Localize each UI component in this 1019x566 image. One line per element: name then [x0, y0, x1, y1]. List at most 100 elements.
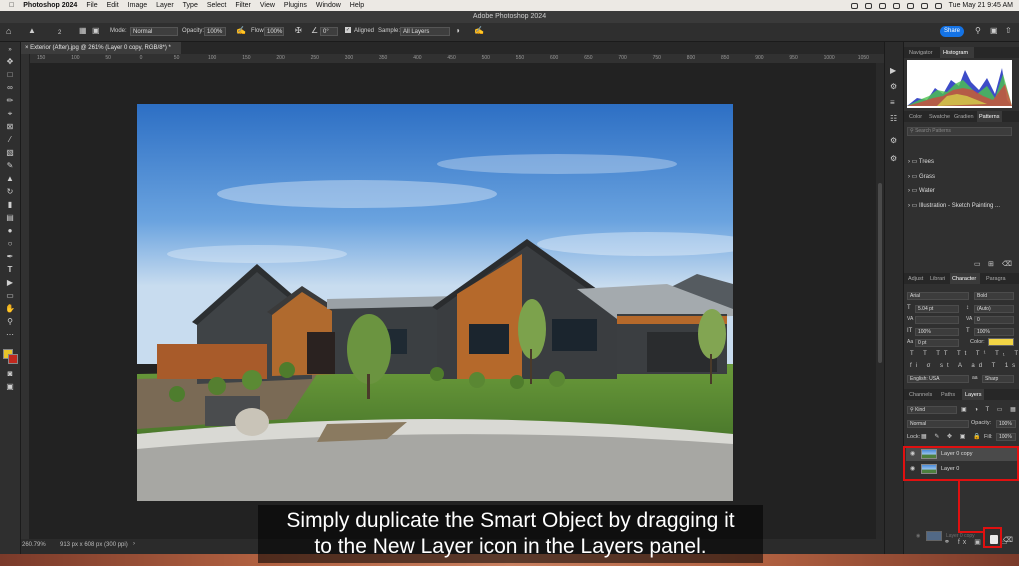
flow-field[interactable]: 100% — [264, 27, 284, 36]
blend-mode-select[interactable]: Normal — [907, 420, 969, 428]
kerning-field[interactable] — [915, 316, 959, 324]
text-color-swatch[interactable] — [988, 338, 1014, 346]
document-tab[interactable]: × Exterior (After).jpg @ 261% (Layer 0 c… — [21, 42, 181, 54]
tab-paragraph[interactable]: Paragra — [986, 276, 1006, 282]
airbrush-icon[interactable]: ✠ — [295, 26, 302, 35]
font-family-select[interactable]: Arial — [907, 292, 969, 300]
clock[interactable]: Tue May 21 9:45 AM — [949, 2, 1013, 9]
vertical-scrollbar[interactable] — [876, 63, 884, 539]
tab-layers[interactable]: Layers — [965, 392, 982, 398]
tab-channels[interactable]: Channels — [909, 392, 932, 398]
layer-opacity-field[interactable]: 100% — [996, 420, 1016, 428]
status-icon-2[interactable] — [864, 2, 872, 9]
language-select[interactable]: English: USA — [907, 375, 969, 383]
play-action-icon[interactable]: ▶ — [890, 66, 896, 75]
tab-paths[interactable]: Paths — [941, 392, 955, 398]
quick-select-tool-icon[interactable]: ✏ — [5, 97, 15, 105]
shape-tool-icon[interactable]: ▭ — [5, 292, 15, 300]
brush-settings-panel-icon[interactable]: ⚙ — [890, 136, 897, 145]
document-info[interactable]: 913 px x 608 px (300 ppi) — [60, 542, 128, 548]
menu-type[interactable]: Type — [183, 2, 198, 9]
opentype-buttons[interactable]: fi σ st A ad T 1st ½ — [910, 363, 1019, 369]
layer-filter-icons[interactable]: ▣ ◑ T ▭ ▦ — [961, 406, 1019, 413]
search-icon[interactable] — [920, 2, 928, 9]
eraser-tool-icon[interactable]: ▮ — [5, 201, 15, 209]
layer-style-icon[interactable]: fx — [958, 539, 969, 546]
tab-histogram[interactable]: Histogram — [943, 50, 968, 56]
zoom-tool-icon[interactable]: ⚲ — [5, 318, 15, 326]
eyedropper-tool-icon[interactable]: ⁄ — [5, 136, 15, 144]
zoom-level[interactable]: 260.79% — [22, 542, 46, 548]
pattern-group-illustration[interactable]: › ▭ Illustration - Sketch Painting ... — [908, 202, 1000, 209]
tab-swatches[interactable]: Swatche — [929, 114, 950, 120]
search-icon-options[interactable]: ⚲ — [975, 26, 981, 35]
tab-navigator[interactable]: Navigator — [909, 50, 933, 56]
adjustments-icon[interactable]: ≡ — [890, 98, 895, 107]
menu-help[interactable]: Help — [350, 2, 364, 9]
hand-tool-icon[interactable]: ✋ — [5, 305, 15, 313]
properties-icon[interactable]: ⚙ — [890, 82, 897, 91]
lasso-tool-icon[interactable]: ∞ — [5, 84, 15, 92]
type-tool-icon[interactable]: T — [5, 266, 15, 274]
tab-gradients[interactable]: Gradien — [954, 114, 974, 120]
history-brush-icon[interactable]: ↻ — [5, 188, 15, 196]
fill-field[interactable]: 100% — [996, 433, 1016, 441]
gradient-tool-icon[interactable]: ▤ — [5, 214, 15, 222]
antialias-select[interactable]: Sharp — [982, 375, 1014, 383]
brush-size-value[interactable]: 2 — [58, 30, 61, 36]
menu-edit[interactable]: Edit — [107, 2, 119, 9]
mode-select[interactable]: Normal — [130, 27, 178, 36]
lock-icons[interactable]: ▦ ✎ ✥ ▣ 🔒 — [921, 433, 984, 440]
dodge-tool-icon[interactable]: ○ — [5, 240, 15, 248]
new-pattern-icon[interactable]: ⊞ — [988, 260, 994, 268]
menu-file[interactable]: File — [86, 2, 97, 9]
pen-tool-icon[interactable]: ✒ — [5, 253, 15, 261]
healing-tool-icon[interactable]: ▧ — [5, 149, 15, 157]
pressure-size-icon[interactable]: ✍ — [474, 26, 484, 35]
pressure-opacity-icon[interactable]: ✍ — [236, 26, 246, 35]
background-color-swatch[interactable] — [8, 354, 18, 364]
status-icon-1[interactable] — [850, 2, 858, 9]
clone-stamp-icon[interactable]: ▲ — [5, 175, 15, 183]
menu-photoshop[interactable]: Photoshop 2024 — [23, 2, 77, 9]
font-style-select[interactable]: Bold — [974, 292, 1014, 300]
link-layers-icon[interactable]: ⚭ — [944, 539, 953, 546]
control-center-icon[interactable] — [934, 2, 942, 9]
vertical-scale-field[interactable]: 100% — [915, 328, 959, 336]
aligned-checkbox[interactable]: ✓ — [345, 27, 351, 33]
clone-stamp-tool-icon[interactable]: ▲ — [28, 26, 36, 35]
toolbar-collapse-icon[interactable]: » — [5, 46, 15, 54]
tab-adjustments[interactable]: Adjust — [908, 276, 923, 282]
horizontal-scale-field[interactable]: 100% — [974, 328, 1014, 336]
marquee-tool-icon[interactable]: □ — [5, 71, 15, 79]
tab-libraries[interactable]: Librari — [930, 276, 945, 282]
menu-view[interactable]: View — [260, 2, 275, 9]
move-tool-icon[interactable]: ✥ — [5, 58, 15, 66]
faux-style-buttons[interactable]: T T TT Tt T¹ T₁ T T — [910, 351, 1019, 357]
patterns-search-input[interactable]: ⚲ Search Patterns — [907, 127, 1012, 136]
crop-tool-icon[interactable]: ⌖ — [5, 110, 15, 118]
brush-settings-icon[interactable]: ▦ — [79, 26, 87, 35]
share-export-icon[interactable]: ⇧ — [1005, 26, 1012, 35]
baseline-shift-field[interactable]: 0 pt — [915, 339, 959, 347]
delete-layer-icon[interactable]: ⌫ — [1003, 536, 1013, 544]
libraries-icon[interactable]: ☷ — [890, 114, 897, 123]
workspace-icon[interactable]: ▣ — [990, 26, 998, 35]
vertical-scroll-thumb[interactable] — [878, 183, 882, 363]
wifi-icon[interactable] — [906, 2, 914, 9]
house-photo[interactable] — [137, 104, 733, 501]
share-button[interactable]: Share — [940, 26, 964, 37]
tab-color[interactable]: Color — [909, 114, 922, 120]
pattern-group-trees[interactable]: › ▭ Trees — [908, 158, 934, 165]
new-group-icon[interactable]: ▭ — [974, 260, 981, 268]
menu-layer[interactable]: Layer — [156, 2, 174, 9]
status-menu-arrow-icon[interactable]: › — [133, 541, 135, 547]
screen-mode-icon[interactable]: ▣ — [5, 383, 15, 391]
frame-tool-icon[interactable]: ⊠ — [5, 123, 15, 131]
delete-pattern-icon[interactable]: ⌫ — [1002, 260, 1012, 268]
tracking-field[interactable]: 0 — [974, 316, 1014, 324]
more-tools-icon[interactable]: ⋯ — [5, 331, 15, 339]
menu-window[interactable]: Window — [316, 2, 341, 9]
layer-kind-filter[interactable]: ⚲ Kind — [907, 406, 957, 414]
menu-plugins[interactable]: Plugins — [284, 2, 307, 9]
